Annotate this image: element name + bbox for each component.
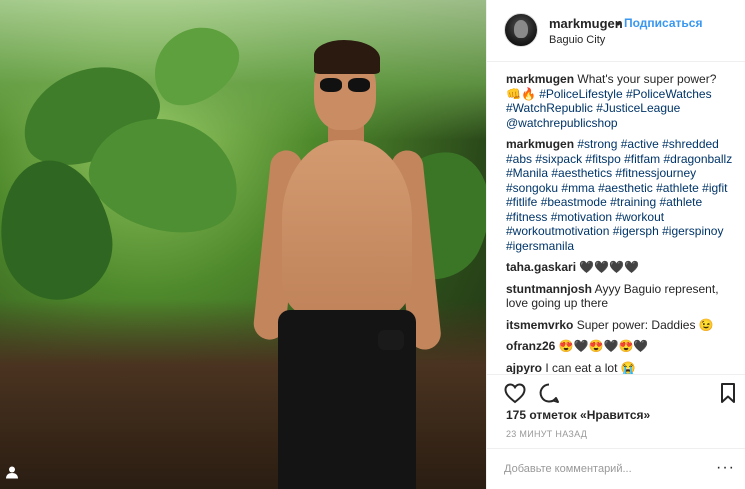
header-username[interactable]: markmugen: [549, 16, 623, 31]
comment-username[interactable]: itsmemvrko: [506, 318, 573, 332]
comment-text: I can eat a lot: [542, 360, 621, 375]
person-icon[interactable]: [5, 465, 19, 479]
comment-username[interactable]: ofranz26: [506, 339, 555, 353]
hashtag-link[interactable]: #WatchRepublic: [506, 101, 593, 115]
post-timestamp[interactable]: 23 МИНУТ НАЗАД: [506, 429, 587, 439]
hashtag-link[interactable]: #PoliceLifestyle: [539, 87, 622, 101]
emoji: 😉: [698, 317, 714, 332]
comment-bubble-icon[interactable]: [537, 381, 561, 405]
hashtag-link[interactable]: #PoliceWatches: [626, 87, 712, 101]
hashtag-link[interactable]: @watchrepublicshop: [506, 116, 618, 130]
comment-item: stuntmannjosh Ayyy Baguio represent, lov…: [506, 282, 734, 311]
comment-item: taha.gaskari 🖤🖤🖤🖤: [506, 260, 734, 275]
hashtag-link[interactable]: #fitfam: [624, 152, 660, 166]
comment-item: markmugen #strong #active #shredded #abs…: [506, 137, 734, 253]
hashtag-link[interactable]: #fitspo: [585, 152, 620, 166]
post-actions: [487, 374, 745, 408]
comment-item: markmugen What's your super power? 👊🔥 #P…: [506, 72, 734, 130]
person-watch: [378, 330, 404, 350]
hashtag-link[interactable]: #aesthetic: [598, 181, 653, 195]
more-options-button[interactable]: ···: [716, 459, 735, 477]
person-sunglasses: [320, 78, 372, 92]
hashtag-link[interactable]: #JusticeLeague: [596, 101, 680, 115]
hashtag-link[interactable]: #songoku: [506, 181, 558, 195]
comment-username[interactable]: taha.gaskari: [506, 260, 576, 274]
hashtag-link[interactable]: #shredded: [662, 137, 719, 151]
person-hair: [314, 40, 380, 74]
bookmark-icon[interactable]: [716, 381, 740, 405]
likes-count[interactable]: 175 отметок «Нравится»: [506, 408, 650, 422]
comment-username[interactable]: ajpyro: [506, 361, 542, 375]
post-side-panel: markmugen • Подписаться Baguio City mark…: [486, 0, 745, 489]
hashtag-link[interactable]: #dragonballz: [663, 152, 732, 166]
hashtag-link[interactable]: #fitnessjourney: [615, 166, 696, 180]
hashtag-link[interactable]: #aesthetics: [551, 166, 612, 180]
comment-username[interactable]: markmugen: [506, 72, 574, 86]
comment-item: itsmemvrko Super power: Daddies 😉: [506, 318, 734, 333]
heart-icon[interactable]: [503, 381, 527, 405]
emoji: 🖤🖤🖤🖤: [579, 260, 640, 274]
hashtag-link[interactable]: #sixpack: [535, 152, 582, 166]
comments-list[interactable]: markmugen What's your super power? 👊🔥 #P…: [487, 62, 745, 374]
hashtag-link[interactable]: #active: [621, 137, 659, 151]
comment-text: Super power: Daddies: [573, 317, 699, 332]
post-header: markmugen • Подписаться Baguio City: [487, 0, 745, 62]
photo-person: [252, 40, 443, 489]
emoji: 🔥: [520, 86, 536, 101]
hashtag-link[interactable]: #athlete: [656, 181, 699, 195]
add-comment-bar: ···: [487, 448, 745, 489]
comment-text: What's your super power?: [574, 72, 717, 86]
hashtag-link[interactable]: #igerspinoy: [662, 224, 723, 238]
hashtag-link[interactable]: #training: [610, 195, 656, 209]
hashtag-link[interactable]: #beastmode: [541, 195, 607, 209]
hashtag-link[interactable]: #Manila: [506, 166, 548, 180]
hashtag-link[interactable]: #abs: [506, 152, 532, 166]
hashtag-link[interactable]: #mma: [561, 181, 594, 195]
hashtag-link[interactable]: #strong: [577, 137, 617, 151]
follow-button[interactable]: Подписаться: [624, 16, 702, 30]
hashtag-link[interactable]: #motivation: [551, 210, 612, 224]
hashtag-link[interactable]: #igersmanila: [506, 239, 574, 253]
header-separator: •: [616, 16, 621, 31]
hashtag-link[interactable]: #igfit: [702, 181, 727, 195]
comment-username[interactable]: markmugen: [506, 137, 574, 151]
hashtag-link[interactable]: #fitlife: [506, 195, 537, 209]
comment-item: ofranz26 😍🖤😍🖤😍🖤: [506, 339, 734, 354]
location-link[interactable]: Baguio City: [549, 34, 605, 46]
emoji: 👊: [506, 86, 521, 101]
hashtag-link[interactable]: #igersph: [613, 224, 659, 238]
emoji: 😭: [620, 360, 636, 375]
hashtag-link[interactable]: #workoutmotivation: [506, 224, 609, 238]
avatar[interactable]: [504, 13, 538, 47]
hashtag-link[interactable]: #workout: [615, 210, 664, 224]
comment-input[interactable]: [504, 459, 704, 479]
post-photo[interactable]: [0, 0, 486, 489]
person-torso: [282, 140, 412, 315]
emoji: 😍🖤😍🖤😍🖤: [558, 339, 649, 353]
comment-item: ajpyro I can eat a lot 😭: [506, 361, 734, 375]
hashtag-link[interactable]: #fitness: [506, 210, 547, 224]
comment-username[interactable]: stuntmannjosh: [506, 282, 592, 296]
hashtag-link[interactable]: #athlete: [659, 195, 702, 209]
